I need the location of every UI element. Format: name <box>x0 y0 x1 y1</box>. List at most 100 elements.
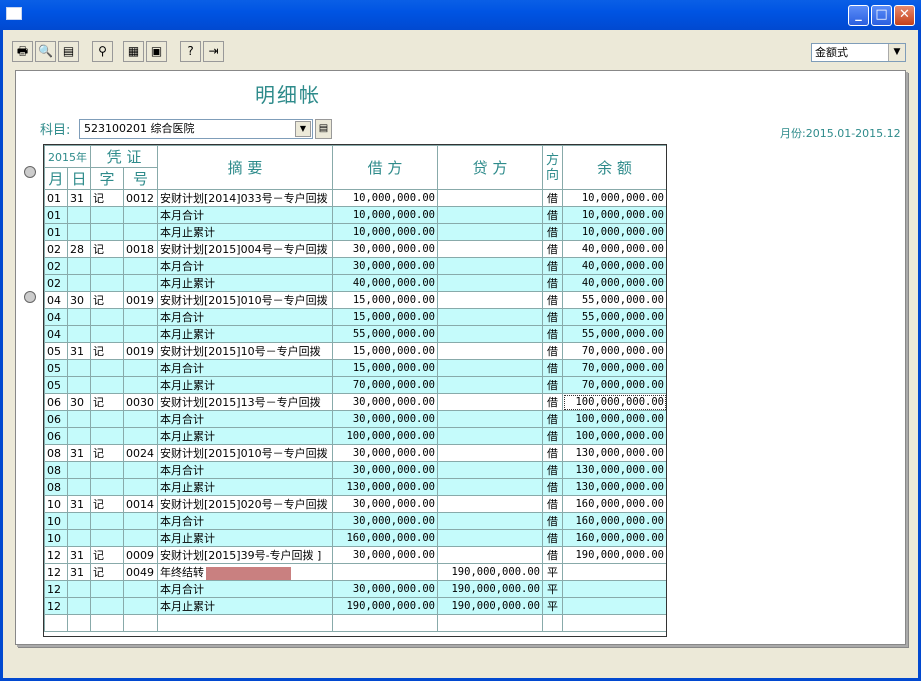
month-cell: 06 <box>44 427 68 445</box>
credit-cell <box>437 189 543 207</box>
close-button[interactable]: ✕ <box>894 5 915 26</box>
credit-cell <box>437 206 543 224</box>
number-cell-text: 0019 <box>126 293 154 307</box>
credit-cell <box>437 240 543 258</box>
summary-cell-text: 本月止累计 <box>160 481 215 494</box>
month-cell: 01 <box>44 189 68 207</box>
direction-cell: 借 <box>542 257 563 275</box>
direction-cell <box>542 614 563 632</box>
month-cell: 08 <box>44 444 68 462</box>
debit-cell-text: 30,000,000.00 <box>352 515 435 527</box>
table-row[interactable]: 05 31 记 0019 安财计划[2015]10号－专户回拨 15,000,000.00… <box>44 342 667 360</box>
title-bar: _ □ ✕ <box>0 0 921 30</box>
table-row[interactable]: 10 本月合计 30,000,000.00 借 160,000,000.00 <box>44 512 667 530</box>
table-row[interactable]: 12 31 记 0009 安财计划[2015]39号-专户回拨 ] 30,000,000.… <box>44 546 667 564</box>
balance-cell: 55,000,000.00 <box>562 291 667 309</box>
day-cell <box>67 427 91 445</box>
debit-cell-text: 15,000,000.00 <box>352 362 435 374</box>
print-preview-button[interactable]: 🔍 <box>35 41 56 62</box>
day-cell: 31 <box>67 563 91 581</box>
table-row[interactable]: 05 本月合计 15,000,000.00 借 70,000,000.00 <box>44 359 667 377</box>
find-button[interactable]: ⚲ <box>92 41 113 62</box>
export-button[interactable]: ▤ <box>58 41 79 62</box>
table-row[interactable]: 08 本月合计 30,000,000.00 借 130,000,000.00 <box>44 461 667 479</box>
debit-cell: 40,000,000.00 <box>332 274 438 292</box>
table-row[interactable]: 06 30 记 0030 安财计划[2015]13号－专户回拨 30,000,000.00… <box>44 393 667 411</box>
summary-cell: 本月合计 <box>157 512 333 530</box>
day-cell <box>67 597 91 615</box>
month-cell-text: 05 <box>47 378 61 392</box>
table-row[interactable]: 06 本月止累计 100,000,000.00 借 100,000,000.00 <box>44 427 667 445</box>
format-select[interactable]: 金额式 ▼ <box>811 43 906 62</box>
direction-cell: 借 <box>542 478 563 496</box>
day-cell: 31 <box>67 495 91 513</box>
help-button[interactable]: ? <box>180 41 201 62</box>
table-row[interactable]: 02 28 记 0018 安财计划[2015]004号－专户回拨 30,000,000.0… <box>44 240 667 258</box>
summary-cell-text: 年终结转 <box>160 566 204 579</box>
summary-cell <box>157 614 333 632</box>
word-cell <box>90 223 124 241</box>
table-row[interactable]: 04 本月止累计 55,000,000.00 借 55,000,000.00 <box>44 325 667 343</box>
number-cell: 0019 <box>123 291 158 309</box>
month-cell: 08 <box>44 461 68 479</box>
print-button[interactable]: 🖶 <box>12 41 33 62</box>
day-cell: 31 <box>67 189 91 207</box>
table-row[interactable]: 10 本月止累计 160,000,000.00 借 160,000,000.00 <box>44 529 667 547</box>
table-row[interactable]: 05 本月止累计 70,000,000.00 借 70,000,000.00 <box>44 376 667 394</box>
table-row[interactable]: 12 本月止累计 190,000,000.00 190,000,000.00 平 <box>44 597 667 615</box>
balance-cell-text: 10,000,000.00 <box>581 226 664 238</box>
table-row[interactable]: 01 31 记 0012 安财计划[2014]033号－专户回拨 10,000,000.0… <box>44 189 667 207</box>
table-row[interactable]: 10 31 记 0014 安财计划[2015]020号－专户回拨 30,000,000.0… <box>44 495 667 513</box>
table-row[interactable]: 01 本月止累计 10,000,000.00 借 10,000,000.00 <box>44 223 667 241</box>
balance-cell: 130,000,000.00 <box>562 461 667 479</box>
summary-cell-text: 本月合计 <box>160 464 204 477</box>
direction-cell-text: 借 <box>547 328 558 341</box>
direction-cell-text: 借 <box>547 396 558 409</box>
direction-cell-text: 借 <box>547 413 558 426</box>
calculator-button[interactable]: ▣ <box>146 41 167 62</box>
table-row[interactable]: 06 本月合计 30,000,000.00 借 100,000,000.00 <box>44 410 667 428</box>
chevron-down-icon[interactable]: ▼ <box>888 44 905 61</box>
table-row[interactable]: 02 本月合计 30,000,000.00 借 40,000,000.00 <box>44 257 667 275</box>
balance-cell: 100,000,000.00 <box>562 393 667 411</box>
subject-lookup-button[interactable]: ▤ <box>315 119 332 139</box>
grid-button[interactable]: ▦ <box>123 41 144 62</box>
subject-select[interactable]: 523100201 综合医院 ▼ <box>79 119 313 139</box>
balance-cell: 130,000,000.00 <box>562 444 667 462</box>
month-cell-text: 08 <box>47 446 61 460</box>
credit-cell: 190,000,000.00 <box>437 580 543 598</box>
table-row[interactable]: 12 本月合计 30,000,000.00 190,000,000.00 平 <box>44 580 667 598</box>
table-row[interactable]: 12 31 记 0049 年终结转 190,000,000.00 平 <box>44 563 667 581</box>
number-cell <box>123 478 158 496</box>
summary-cell: 本月合计 <box>157 410 333 428</box>
word-cell: 记 <box>90 546 124 564</box>
credit-cell <box>437 342 543 360</box>
balance-cell: 40,000,000.00 <box>562 240 667 258</box>
chevron-down-icon[interactable]: ▼ <box>295 121 311 137</box>
document-icon: ▤ <box>318 123 329 134</box>
table-row[interactable]: 02 本月止累计 40,000,000.00 借 40,000,000.00 <box>44 274 667 292</box>
word-cell-text: 记 <box>93 566 104 579</box>
month-cell: 10 <box>44 495 68 513</box>
maximize-button[interactable]: □ <box>871 5 892 26</box>
balance-cell: 70,000,000.00 <box>562 342 667 360</box>
credit-cell <box>437 529 543 547</box>
table-row[interactable]: 04 本月合计 15,000,000.00 借 55,000,000.00 <box>44 308 667 326</box>
month-cell: 05 <box>44 376 68 394</box>
debit-cell: 15,000,000.00 <box>332 308 438 326</box>
summary-cell: 本月止累计 <box>157 376 333 394</box>
table-row[interactable] <box>44 614 667 632</box>
table-row[interactable]: 01 本月合计 10,000,000.00 借 10,000,000.00 <box>44 206 667 224</box>
balance-cell: 10,000,000.00 <box>562 223 667 241</box>
month-cell-text: 06 <box>47 429 61 443</box>
debit-cell-text: 30,000,000.00 <box>352 260 435 272</box>
exit-button[interactable]: ⇥ <box>203 41 224 62</box>
day-cell-text: 30 <box>70 395 84 409</box>
table-row[interactable]: 08 本月止累计 130,000,000.00 借 130,000,000.00 <box>44 478 667 496</box>
table-row[interactable]: 08 31 记 0024 安财计划[2015]010号－专户回拨 30,000,000.0… <box>44 444 667 462</box>
minimize-button[interactable]: _ <box>848 5 869 26</box>
table-row[interactable]: 04 30 记 0019 安财计划[2015]010号－专户回拨 15,000,000.0… <box>44 291 667 309</box>
debit-cell-text: 30,000,000.00 <box>352 498 435 510</box>
balance-cell-text: 70,000,000.00 <box>581 362 664 374</box>
credit-cell <box>437 444 543 462</box>
